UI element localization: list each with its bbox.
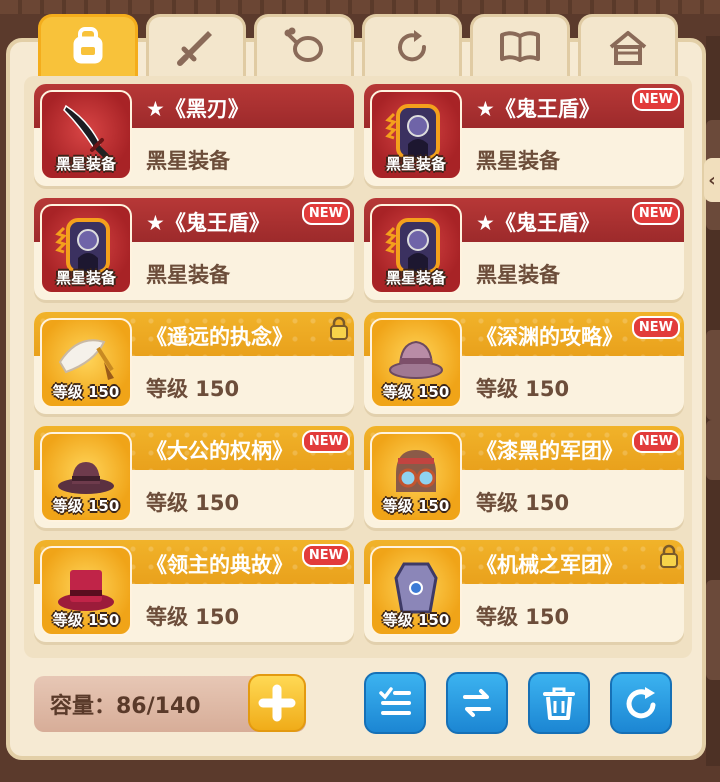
item-subtitle: 黑星装备: [146, 149, 230, 173]
item-icon-frame: 等级 150: [370, 432, 462, 522]
sort-list-button[interactable]: [364, 672, 426, 734]
item-subtitle: 黑星装备: [476, 263, 560, 287]
tab-food[interactable]: [254, 14, 354, 76]
item-title: 《漆黑的军团》: [476, 439, 623, 463]
item-icon-label: 黑星装备: [385, 269, 446, 287]
side-panel-tab: [706, 420, 720, 480]
sword-icon: [177, 30, 212, 66]
new-badge: NEW: [631, 88, 680, 111]
new-badge: NEW: [301, 544, 350, 567]
tab-refresh[interactable]: [362, 14, 462, 76]
tab-backpack[interactable]: [38, 14, 138, 76]
home-icon: [609, 30, 647, 65]
item-subtitle: 等级 150: [146, 605, 240, 629]
item-icon-label: 等级 150: [52, 383, 120, 401]
refresh-icon: [398, 29, 427, 61]
capacity-text: 容量：86/140: [50, 694, 201, 719]
swap-arrows-icon: [463, 689, 491, 717]
refresh-button[interactable]: [610, 672, 672, 734]
item-title: ★《鬼王盾》: [476, 211, 600, 235]
item-title: ★《黑刃》: [146, 97, 249, 121]
item-icon-label: 等级 150: [52, 497, 120, 515]
new-badge: NEW: [631, 202, 680, 225]
item-list-area: 黑星装备 ★《黑刃》 黑星装备 黑星装备 ★《鬼王盾》 黑星装备 NEW 黑星装备 ★《鬼王盾》…: [24, 76, 692, 658]
item-icon-label: 黑星装备: [385, 155, 446, 173]
item-card[interactable]: 等级 150 《遥远的执念》 等级 150: [34, 312, 354, 414]
plus-icon: [258, 684, 296, 722]
trash-icon: [543, 687, 575, 720]
item-card[interactable]: 黑星装备 ★《鬼王盾》 黑星装备 NEW: [34, 198, 354, 300]
item-icon-frame: 黑星装备: [370, 204, 462, 294]
side-panel-tab: [706, 580, 720, 680]
expand-capacity-button[interactable]: [248, 674, 306, 732]
item-subtitle: 等级 150: [146, 491, 240, 515]
item-card[interactable]: 黑星装备 ★《黑刃》黑星装备: [34, 84, 354, 186]
item-subtitle: 黑星装备: [146, 263, 230, 287]
tab-book[interactable]: [470, 14, 570, 76]
item-icon-frame: 等级 150: [40, 432, 132, 522]
list-icon: [379, 687, 411, 715]
item-icon-label: 等级 150: [382, 497, 450, 515]
backpack-icon: [73, 26, 103, 63]
refresh-icon: [626, 687, 656, 719]
item-icon-frame: 黑星装备: [40, 204, 132, 294]
item-icon-label: 等级 150: [52, 611, 120, 629]
item-title: 《领主的典故》: [146, 553, 293, 577]
item-title: 《深渊的攻略》: [476, 325, 623, 349]
item-grid: 黑星装备 ★《黑刃》 黑星装备 黑星装备 ★《鬼王盾》 黑星装备 NEW 黑星装备 ★《鬼王盾》…: [34, 84, 684, 642]
item-card[interactable]: 等级 150 《漆黑的军团》 等级 150 NEW: [364, 426, 684, 528]
item-subtitle: 等级 150: [476, 491, 570, 515]
item-title: ★《鬼王盾》: [146, 211, 270, 235]
wood-border-top: [0, 0, 720, 14]
item-card[interactable]: 等级 150 《领主的典故》 等级 150 NEW: [34, 540, 354, 642]
delete-button[interactable]: [528, 672, 590, 734]
side-panel-tab: [706, 330, 720, 420]
book-icon: [500, 30, 540, 62]
item-icon-label: 等级 150: [382, 383, 450, 401]
item-icon-label: 黑星装备: [55, 155, 116, 173]
new-badge: NEW: [631, 430, 680, 453]
new-badge: NEW: [301, 430, 350, 453]
item-card[interactable]: 黑星装备 ★《鬼王盾》 黑星装备 NEW: [364, 198, 684, 300]
item-subtitle: 等级 150: [146, 377, 240, 401]
item-card[interactable]: 黑星装备 ★《鬼王盾》 黑星装备 NEW: [364, 84, 684, 186]
item-icon-frame: 等级 150: [40, 318, 132, 408]
item-icon-frame: 等级 150: [40, 546, 132, 636]
item-title: ★《鬼王盾》: [476, 97, 600, 121]
lock-icon[interactable]: [658, 544, 680, 568]
tab-home[interactable]: [578, 14, 678, 76]
new-badge: NEW: [631, 316, 680, 339]
item-icon-label: 黑星装备: [55, 269, 116, 287]
item-icon-frame: 等级 150: [370, 546, 462, 636]
item-card[interactable]: 等级 150 《深渊的攻略》 等级 150 NEW: [364, 312, 684, 414]
item-icon-frame: 黑星装备: [40, 90, 132, 180]
item-subtitle: 等级 150: [476, 605, 570, 629]
item-icon-frame: 黑星装备: [370, 90, 462, 180]
item-icon-frame: 等级 150: [370, 318, 462, 408]
item-title: 《大公的权柄》: [146, 439, 293, 463]
meat-icon: [284, 27, 323, 62]
item-subtitle: 黑星装备: [476, 149, 560, 173]
collapse-arrow-icon[interactable]: ‹: [704, 158, 720, 202]
item-card[interactable]: 等级 150 《大公的权柄》 等级 150 NEW: [34, 426, 354, 528]
new-badge: NEW: [301, 202, 350, 225]
lock-icon[interactable]: [328, 316, 350, 340]
tab-equipment[interactable]: [146, 14, 246, 76]
category-tabs: [38, 14, 678, 76]
item-title: 《遥远的执念》: [146, 325, 293, 349]
item-icon-label: 等级 150: [382, 611, 450, 629]
swap-button[interactable]: [446, 672, 508, 734]
bottom-bar: 容量：86/140: [30, 662, 686, 746]
item-subtitle: 等级 150: [476, 377, 570, 401]
item-title: 《机械之军团》: [476, 553, 623, 577]
item-card[interactable]: 等级 150 《机械之军团》 等级 150: [364, 540, 684, 642]
